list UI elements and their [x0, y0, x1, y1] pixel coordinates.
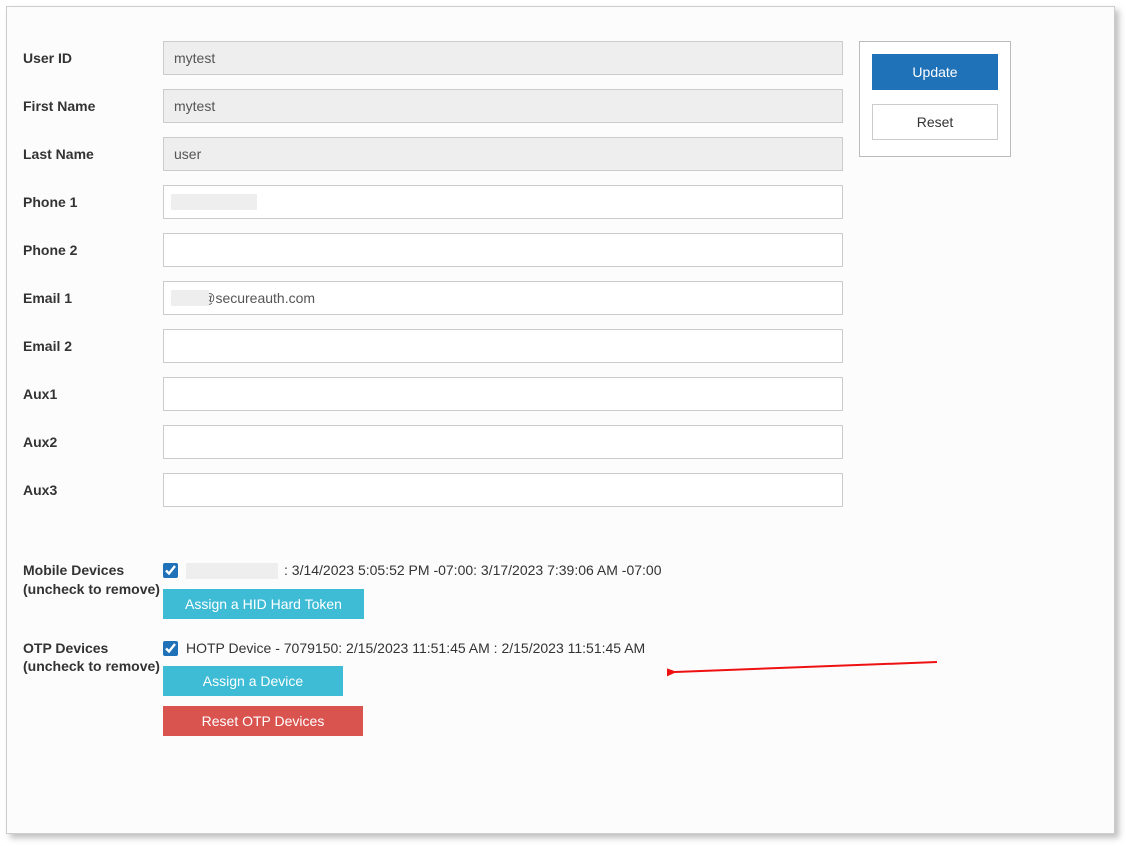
email1-label: Email 1: [23, 290, 163, 306]
aux3-label: Aux3: [23, 482, 163, 498]
aux3-input[interactable]: [163, 473, 843, 507]
mobile-device-redaction: [186, 563, 278, 579]
last-name-label: Last Name: [23, 146, 163, 162]
otp-device-text: HOTP Device - 7079150: 2/15/2023 11:51:4…: [186, 639, 645, 659]
assign-hid-token-button[interactable]: Assign a HID Hard Token: [163, 589, 364, 619]
phone1-redaction: [171, 194, 257, 210]
user-id-input[interactable]: [163, 41, 843, 75]
mobile-devices-label: Mobile Devices (uncheck to remove): [23, 561, 163, 599]
mobile-device-checkbox[interactable]: [163, 563, 178, 578]
phone2-input[interactable]: [163, 233, 843, 267]
phone1-input[interactable]: [163, 185, 843, 219]
otp-devices-label: OTP Devices (uncheck to remove): [23, 639, 163, 677]
assign-device-button[interactable]: Assign a Device: [163, 666, 343, 696]
last-name-input[interactable]: [163, 137, 843, 171]
otp-device-checkbox[interactable]: [163, 641, 178, 656]
aux2-input[interactable]: [163, 425, 843, 459]
email2-label: Email 2: [23, 338, 163, 354]
phone2-label: Phone 2: [23, 242, 163, 258]
mobile-device-text: : 3/14/2023 5:05:52 PM -07:00: 3/17/2023…: [284, 561, 662, 581]
form-column: User ID First Name Last Name Phone 1: [23, 41, 843, 756]
aux1-label: Aux1: [23, 386, 163, 402]
email1-input[interactable]: [163, 281, 843, 315]
aux2-label: Aux2: [23, 434, 163, 450]
first-name-label: First Name: [23, 98, 163, 114]
email2-input[interactable]: [163, 329, 843, 363]
user-detail-panel: User ID First Name Last Name Phone 1: [6, 6, 1115, 834]
email1-redaction: [171, 290, 209, 306]
update-button[interactable]: Update: [872, 54, 998, 90]
action-box: Update Reset: [859, 41, 1011, 157]
first-name-input[interactable]: [163, 89, 843, 123]
reset-button[interactable]: Reset: [872, 104, 998, 140]
aux1-input[interactable]: [163, 377, 843, 411]
user-id-label: User ID: [23, 50, 163, 66]
reset-otp-devices-button[interactable]: Reset OTP Devices: [163, 706, 363, 736]
phone1-label: Phone 1: [23, 194, 163, 210]
